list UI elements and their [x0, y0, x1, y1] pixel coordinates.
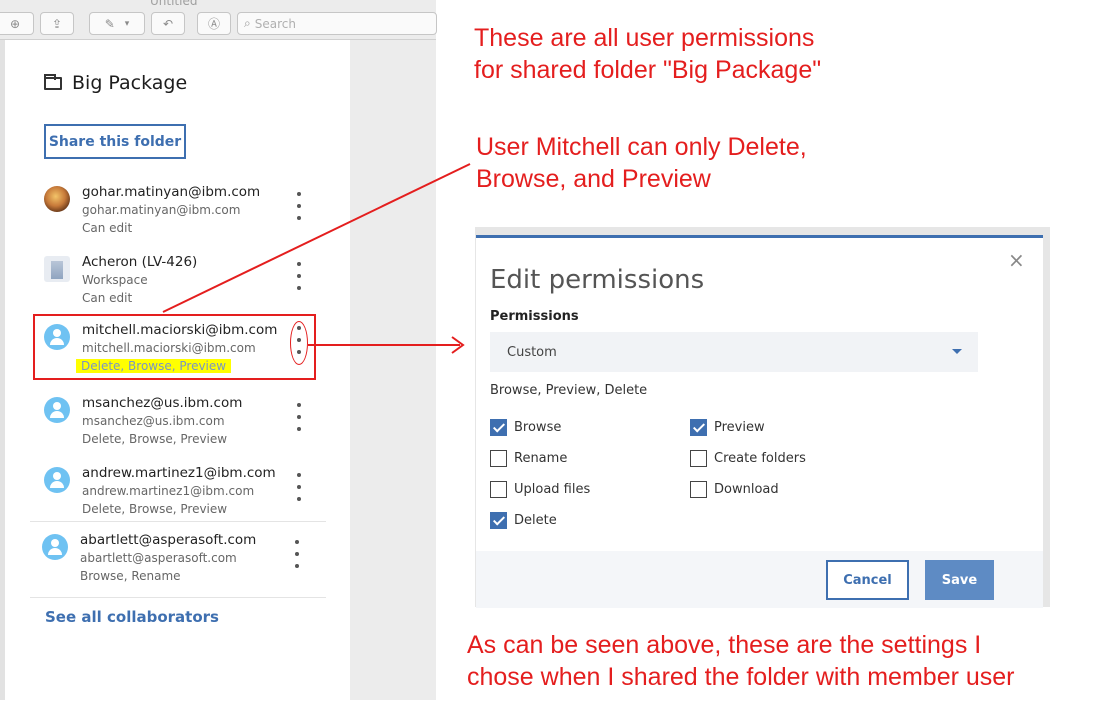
avatar [44, 397, 70, 423]
more-options-icon[interactable] [292, 262, 306, 290]
close-icon[interactable]: × [1008, 248, 1025, 272]
collaborator-row: abartlett@asperasoft.com abartlett@asper… [28, 532, 328, 596]
see-all-collaborators-link[interactable]: See all collaborators [45, 608, 219, 626]
folder-title: Big Package [44, 72, 187, 94]
collaborator-sub: andrew.martinez1@ibm.com [82, 484, 255, 498]
checkbox-preview-box[interactable] [690, 419, 707, 436]
window-title: Untitled [150, 0, 198, 8]
checkbox-create-folders[interactable]: Create folders [690, 450, 806, 467]
collaborator-row: msanchez@us.ibm.com msanchez@us.ibm.com … [30, 395, 330, 459]
permissions-select[interactable]: Custom [490, 332, 978, 372]
collaborator-email: abartlett@asperasoft.com [80, 532, 257, 548]
folder-icon [44, 73, 62, 90]
collaborator-sub: gohar.matinyan@ibm.com [82, 203, 241, 217]
permissions-label: Permissions [490, 309, 579, 324]
highlight-oval [290, 321, 308, 365]
collaborator-sub: msanchez@us.ibm.com [82, 414, 225, 428]
markup-icon: Ⓐ [207, 17, 220, 31]
folder-title-text: Big Package [72, 72, 188, 94]
window-toolbar: Untitled ⊕ ⇪ ✎ ▾ ↶ Ⓐ ⌕ Search [0, 0, 437, 40]
checkbox-upload-files-box[interactable] [490, 481, 507, 498]
collaborator-row: andrew.martinez1@ibm.com andrew.martinez… [30, 465, 330, 529]
collaborator-row: Acheron (LV-426) Workspace Can edit [30, 254, 330, 318]
checkbox-download[interactable]: Download [690, 481, 779, 498]
zoom-in-button[interactable]: ⊕ [0, 12, 34, 35]
checkbox-rename-label: Rename [514, 451, 568, 466]
arrow-head-icon [451, 336, 465, 354]
collaborator-sub: abartlett@asperasoft.com [80, 551, 237, 565]
annotation-bottom-line1: As can be seen above, these are the sett… [467, 631, 982, 659]
divider [30, 597, 326, 598]
annotation-bottom-line2: chose when I shared the folder with memb… [467, 663, 1015, 691]
permissions-summary: Browse, Preview, Delete [490, 383, 648, 398]
markup-button[interactable]: Ⓐ [197, 12, 231, 35]
pen-icon: ✎ [104, 16, 115, 31]
highlight-box [33, 314, 316, 380]
collaborator-email: andrew.martinez1@ibm.com [82, 465, 276, 481]
rotate-button[interactable]: ↶ [151, 12, 185, 35]
collaborator-sub: Workspace [82, 273, 148, 287]
collaborator-permission: Can edit [82, 291, 133, 305]
search-icon: ⌕ [244, 16, 251, 30]
background-area [350, 40, 436, 700]
annotation-mid-line1: User Mitchell can only Delete, [476, 133, 807, 161]
checkbox-upload-files[interactable]: Upload files [490, 481, 590, 498]
checkbox-preview-label: Preview [714, 420, 765, 435]
rotate-icon: ↶ [162, 16, 174, 31]
divider [30, 521, 326, 522]
search-placeholder: Search [254, 16, 296, 31]
checkbox-upload-files-label: Upload files [514, 482, 591, 497]
cancel-button[interactable]: Cancel [826, 560, 909, 600]
annotation-mid-line2: Browse, and Preview [476, 165, 711, 193]
checkbox-download-box[interactable] [690, 481, 707, 498]
collaborator-permission: Browse, Rename [80, 569, 181, 583]
search-field[interactable]: ⌕ Search [237, 12, 437, 35]
collaborator-email: msanchez@us.ibm.com [82, 395, 243, 411]
annotation-top-line1: These are all user permissions [474, 24, 815, 52]
workspace-avatar [44, 256, 70, 282]
dialog-title: Edit permissions [490, 265, 705, 295]
avatar [44, 186, 70, 212]
collaborator-permission: Delete, Browse, Preview [82, 432, 228, 446]
edit-permissions-dialog: × Edit permissions Permissions Custom Br… [476, 235, 1043, 608]
checkbox-create-folders-box[interactable] [690, 450, 707, 467]
permissions-select-value: Custom [507, 344, 557, 360]
checkbox-preview[interactable]: Preview [690, 419, 765, 436]
checkbox-browse[interactable]: Browse [490, 419, 561, 436]
checkbox-browse-label: Browse [514, 420, 562, 435]
checkbox-delete[interactable]: Delete [490, 512, 557, 529]
checkbox-rename[interactable]: Rename [490, 450, 567, 467]
checkbox-rename-box[interactable] [490, 450, 507, 467]
collaborator-permission: Delete, Browse, Preview [82, 502, 228, 516]
checkbox-browse-box[interactable] [490, 419, 507, 436]
more-options-icon[interactable] [292, 192, 306, 220]
dialog-footer: Cancel Save [476, 551, 1043, 608]
more-options-icon[interactable] [292, 403, 306, 431]
share-icon: ⇪ [51, 16, 63, 31]
collaborator-permission: Can edit [82, 221, 133, 235]
markup-pen-button[interactable]: ✎ ▾ [89, 12, 145, 35]
more-options-icon[interactable] [290, 540, 304, 568]
collaborator-email: gohar.matinyan@ibm.com [82, 184, 261, 200]
collaborator-email: Acheron (LV-426) [82, 254, 198, 270]
collaborator-row: gohar.matinyan@ibm.com gohar.matinyan@ib… [30, 184, 330, 248]
caret-down-icon [952, 349, 962, 354]
save-button[interactable]: Save [925, 560, 994, 600]
checkbox-delete-label: Delete [514, 513, 557, 528]
zoom-in-icon: ⊕ [9, 16, 21, 31]
annotation-top-line2: for shared folder "Big Package" [474, 56, 822, 84]
checkbox-delete-box[interactable] [490, 512, 507, 529]
share-button[interactable]: ⇪ [40, 12, 74, 35]
chevron-down-icon: ▾ [124, 18, 130, 29]
more-options-icon[interactable] [292, 473, 306, 501]
checkbox-download-label: Download [714, 482, 779, 497]
checkbox-create-folders-label: Create folders [714, 451, 806, 466]
avatar [42, 534, 68, 560]
avatar [44, 467, 70, 493]
share-folder-button[interactable]: Share this folder [44, 124, 186, 159]
